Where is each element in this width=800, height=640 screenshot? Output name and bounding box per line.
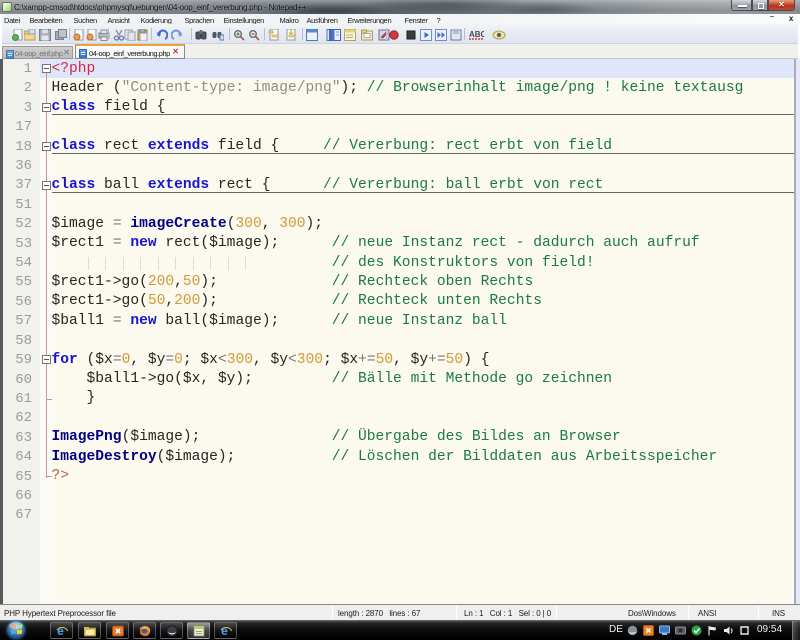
svg-text:e: e [221, 625, 228, 637]
svg-text:e: e [57, 625, 64, 637]
svg-text:ABC: ABC [469, 30, 484, 39]
